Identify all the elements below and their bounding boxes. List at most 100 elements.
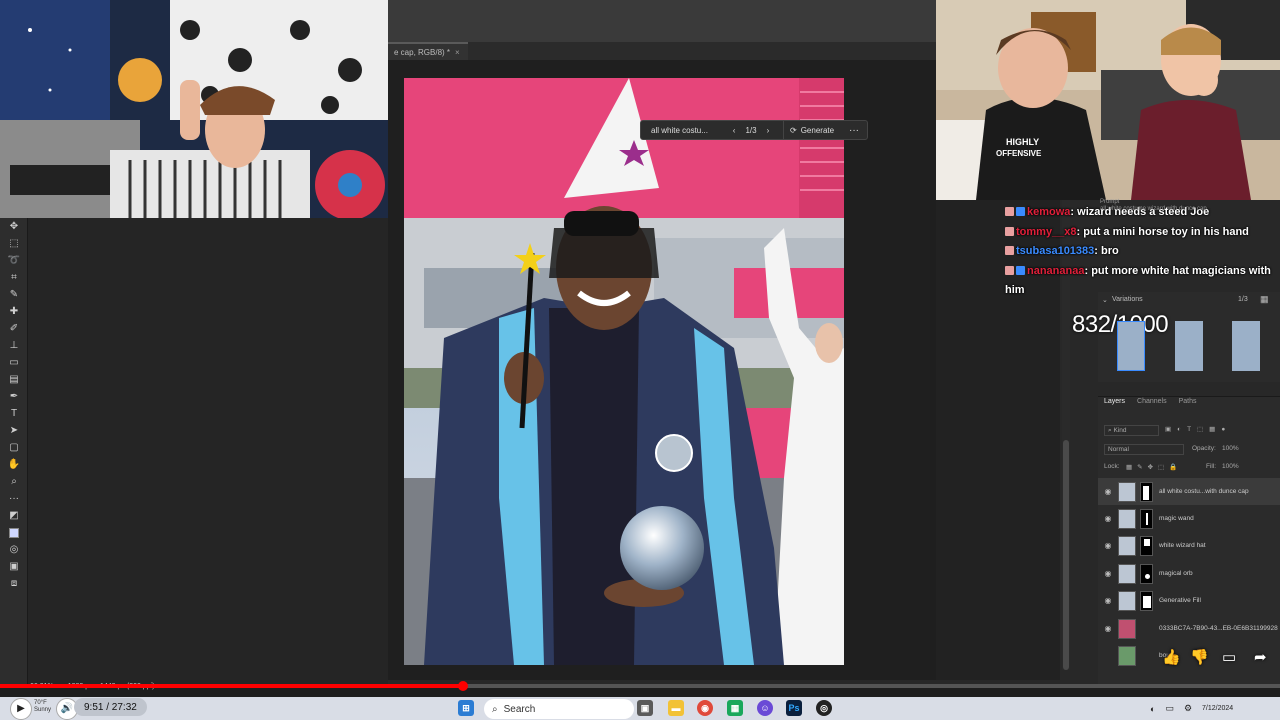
shape-tool-icon[interactable]: ▢ [0,439,28,456]
tab-paths[interactable]: Paths [1179,398,1197,414]
layer-row[interactable]: ◉ Generative Fill [1098,587,1280,614]
zoom-tool-icon[interactable]: ⌕ [0,473,28,490]
chat-username[interactable]: tsubasa101383 [1016,245,1094,257]
chat-username[interactable]: nanananaa [1027,265,1084,277]
path-selection-tool-icon[interactable]: ➤ [0,422,28,439]
variation-thumbnail[interactable] [1175,321,1203,371]
chevron-left-icon[interactable]: ‹ [733,126,736,135]
opacity-label: Opacity: [1192,445,1216,452]
eye-icon[interactable]: ◉ [1098,514,1118,523]
fill-value[interactable]: 100% [1222,463,1239,470]
lasso-tool-icon[interactable]: ➰ [0,252,28,269]
marquee-tool-icon[interactable]: ⬚ [0,235,28,252]
layer-row[interactable]: bous... [1098,642,1280,669]
share-icon[interactable]: ➦ [1254,648,1267,666]
variations-label: Variations [1112,296,1143,303]
eye-icon[interactable]: ◉ [1098,487,1118,496]
layer-mask [1140,508,1153,529]
dislike-icon[interactable]: 👎 [1190,648,1209,666]
generate-label: Generate [800,125,835,135]
comment-icon[interactable]: ▭ [1222,648,1236,666]
canvas-photo[interactable] [404,78,844,665]
webcam-right-image: HIGHLY OFFENSIVE [936,0,1280,200]
filter-icons[interactable]: ▣◐T⬚▦● [1165,425,1231,433]
eye-icon[interactable]: ◉ [1098,596,1118,605]
eye-icon[interactable]: ◉ [1098,541,1118,550]
chat-message: tommy__x8: put a mini horse toy in his h… [1005,223,1280,243]
grid-view-icon[interactable]: ▦ [1260,294,1269,305]
chat-username[interactable]: tommy__x8 [1016,226,1077,238]
play-icon[interactable]: ▶ [10,697,32,720]
badge-icon [1016,265,1025,275]
color-swatches-icon[interactable] [0,524,28,541]
hand-tool-icon[interactable]: ✋ [0,456,28,473]
photo-image [404,78,844,665]
task-view-icon[interactable]: ▣ [637,700,653,716]
photoshop-icon[interactable]: Ps [786,700,802,716]
fill-label: Fill: [1206,463,1217,470]
layer-row[interactable]: ◉ magic wand [1098,505,1280,532]
layer-name: magical orb [1159,570,1193,577]
chrome-icon[interactable]: ◉ [697,700,713,716]
tab-channels[interactable]: Channels [1137,398,1167,414]
layer-name: Generative Fill [1159,597,1201,604]
captions-icon[interactable]: ▭ [1165,703,1174,714]
screen-mode-icon[interactable]: ▣ [0,558,28,575]
chevron-down-icon[interactable]: ⌄ [1102,296,1108,304]
prompt-text[interactable]: all white costu... [641,126,719,135]
kind-filter-value: Kind [1113,427,1127,434]
variation-thumbnail[interactable] [1232,321,1260,371]
layer-name: all white costu...with dunce cap [1159,488,1249,495]
layer-row[interactable]: ◉ 0333BC7A-7B90-43...EB-0E6B31199928 [1098,615,1280,642]
layer-row[interactable]: ◉ magical orb [1098,560,1280,587]
frame-icon[interactable]: ⧈ [0,575,28,592]
stamp-tool-icon[interactable]: ⊥ [0,337,28,354]
options-bar [388,0,936,42]
crop-tool-icon[interactable]: ⌗ [0,269,28,286]
eye-icon[interactable]: ◉ [1098,624,1118,633]
toggle-icon[interactable]: ◐ [1150,704,1155,714]
blend-mode-select[interactable]: Normal [1104,444,1184,455]
file-explorer-icon[interactable]: ▬ [668,700,684,716]
variation-thumbnail[interactable] [1117,321,1145,371]
more-options-icon[interactable]: ··· [849,125,867,136]
close-icon[interactable]: × [455,48,460,57]
video-progress-handle[interactable] [457,681,468,691]
svg-text:HIGHLY: HIGHLY [1006,137,1039,147]
eyedropper-tool-icon[interactable]: ✎ [0,286,28,303]
chat-username[interactable]: kemowa [1027,206,1070,218]
eraser-tool-icon[interactable]: ▭ [0,354,28,371]
prompt-value[interactable]: all white costume wizard with dunce cap [1100,206,1207,212]
eye-icon[interactable]: ◉ [1098,569,1118,578]
webcam-left [0,0,388,218]
default-colors-icon[interactable]: ◩ [0,507,28,524]
chat-text: : bro [1094,245,1119,257]
discord-icon[interactable]: ☺ [757,700,773,716]
layer-row[interactable]: ◉ all white costu...with dunce cap [1098,478,1280,505]
kind-filter[interactable]: ⌕ Kind [1104,425,1159,436]
brush-tool-icon[interactable]: ✐ [0,320,28,337]
move-tool-icon[interactable]: ✥ [0,218,28,235]
obs-icon[interactable]: ◎ [816,700,832,716]
document-tab[interactable]: e cap, RGB/8) * × [388,42,468,60]
tab-layers[interactable]: Layers [1104,398,1125,414]
quick-mask-icon[interactable]: ◎ [0,541,28,558]
date-time[interactable]: 7/12/2024 [1202,705,1233,712]
more-tools-icon[interactable]: ··· [0,490,28,507]
like-icon[interactable]: 👍 [1162,648,1181,666]
settings-icon[interactable]: ⚙ [1184,703,1192,714]
scrollbar-thumb[interactable] [1063,440,1069,670]
taskbar-search[interactable]: ⌕ Search [484,699,634,719]
lock-icons[interactable]: ▦✎✥⬚🔒 [1126,463,1182,471]
pen-tool-icon[interactable]: ✒ [0,388,28,405]
healing-tool-icon[interactable]: ✚ [0,303,28,320]
windows-start-icon[interactable]: ⊞ [458,700,474,716]
layer-row[interactable]: ◉ white wizard hat [1098,532,1280,559]
type-tool-icon[interactable]: T [0,405,28,422]
generate-button[interactable]: ⟳ Generate [783,121,840,139]
layer-thumbnail [1118,535,1136,556]
opacity-value[interactable]: 100% [1222,445,1239,452]
spreadsheet-icon[interactable]: ▦ [727,700,743,716]
gradient-tool-icon[interactable]: ▤ [0,371,28,388]
chevron-right-icon[interactable]: › [767,126,770,135]
